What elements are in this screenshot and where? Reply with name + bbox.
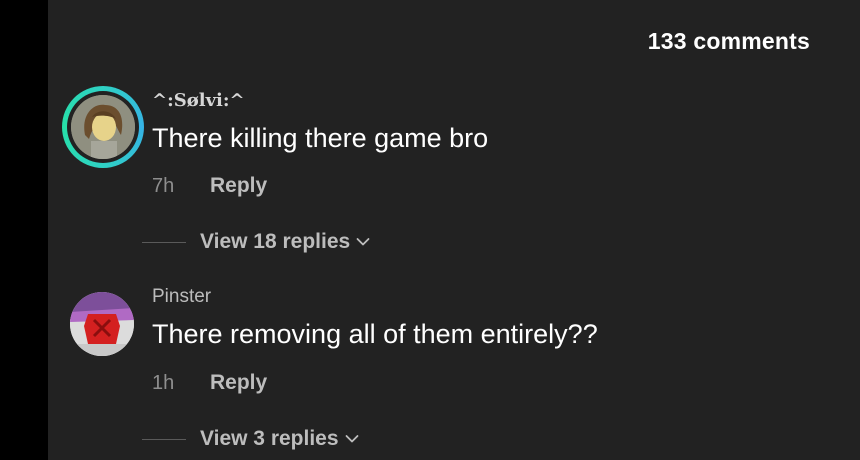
comments-screen: 133 comments ^:Sølvi:^ There killing the… xyxy=(0,0,860,460)
view-replies-button[interactable]: View 3 replies xyxy=(142,427,359,451)
comment-timestamp: 7h xyxy=(152,174,175,197)
comment-count: 133 comments xyxy=(647,28,810,54)
comments-panel[interactable]: 133 comments ^:Sølvi:^ There killing the… xyxy=(48,0,860,460)
view-replies-button[interactable]: View 18 replies xyxy=(142,230,370,254)
comment-meta: 7h Reply xyxy=(152,174,267,198)
comment-username[interactable]: Pinster xyxy=(152,286,211,308)
avatar[interactable] xyxy=(70,292,134,356)
comment-text: There killing there game bro xyxy=(152,123,489,153)
avatar[interactable] xyxy=(62,86,144,168)
avatar-cartoon-face xyxy=(71,95,135,159)
replies-divider xyxy=(142,241,186,243)
comment-meta: 1h Reply xyxy=(152,371,267,395)
chevron-down-icon xyxy=(356,234,370,252)
chevron-down-icon xyxy=(345,431,359,449)
replies-divider xyxy=(142,438,186,440)
avatar-image xyxy=(70,292,134,356)
reply-button[interactable]: Reply xyxy=(210,371,267,395)
reply-button[interactable]: Reply xyxy=(210,174,267,198)
avatar-ring-gap xyxy=(67,91,139,163)
comment-timestamp: 1h xyxy=(152,371,175,394)
left-edge xyxy=(0,0,48,460)
view-replies-label: View 3 replies xyxy=(200,427,339,450)
avatar-image xyxy=(71,95,135,159)
comment-username[interactable]: ^:Sølvi:^ xyxy=(152,90,245,111)
comment-text: There removing all of them entirely?? xyxy=(152,319,598,349)
view-replies-label: View 18 replies xyxy=(200,230,351,253)
